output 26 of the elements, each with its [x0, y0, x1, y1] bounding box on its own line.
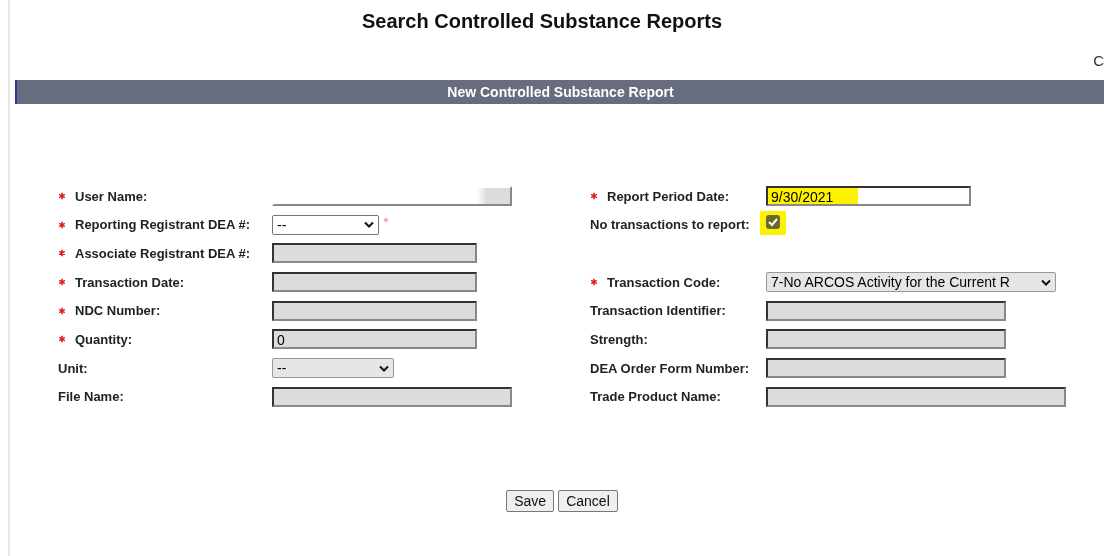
checkbox[interactable] [766, 214, 780, 229]
field-label: Transaction Code: [607, 274, 721, 290]
input-field[interactable]: 9/30/2021 [766, 186, 971, 206]
chevron-icon [1041, 278, 1051, 286]
page-title: Search Controlled Substance Reports [360, 9, 724, 33]
cancel-button[interactable]: Cancel [558, 489, 618, 512]
chevron-icon [364, 221, 374, 229]
section-header: New Controlled Substance Report [15, 80, 1104, 104]
dropdown[interactable]: -- [272, 214, 379, 235]
field-label: File Name: [58, 389, 124, 405]
field-label: DEA Order Form Number: [590, 360, 750, 376]
field-label: Strength: [590, 331, 648, 347]
field-label: Transaction Date: [75, 274, 185, 290]
field-label: User Name: [75, 188, 148, 204]
field-label: Quantity: [75, 331, 133, 347]
field-label: NDC Number: [75, 303, 161, 319]
field-label: Associate Registrant DEA #: [75, 245, 251, 261]
save-button[interactable]: Save [506, 489, 555, 512]
corner-text: C [1093, 52, 1104, 69]
field-label: No transactions to report: [590, 217, 750, 233]
field-label: Report Period Date: [607, 188, 730, 204]
field-label: Unit: [58, 360, 88, 376]
field-label: Trade Product Name: [590, 389, 721, 405]
field-label: Transaction Identifier: [590, 303, 726, 319]
field-label: Reporting Registrant DEA #: [75, 217, 251, 233]
chevron-icon [379, 364, 389, 372]
